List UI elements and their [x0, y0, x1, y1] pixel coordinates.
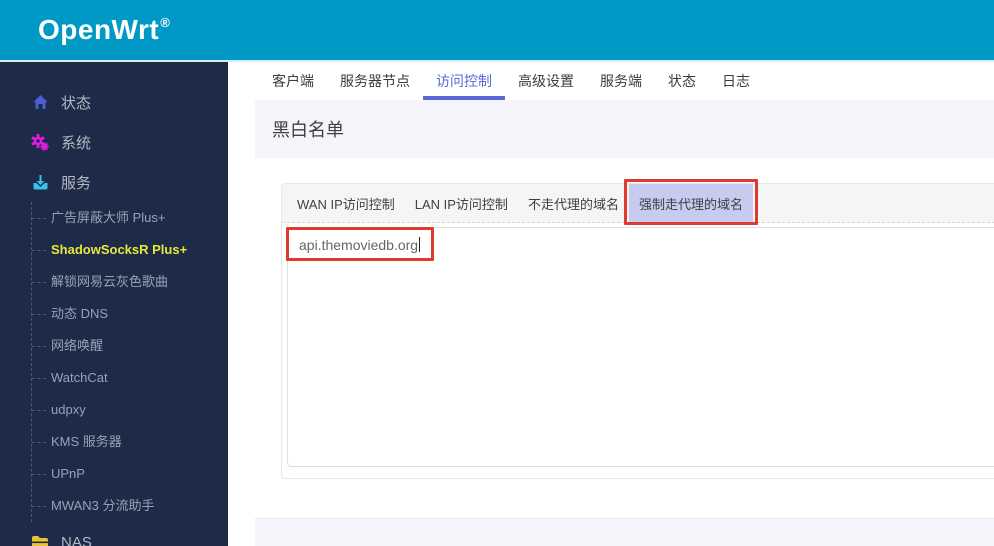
services-submenu: 广告屏蔽大师 Plus+ ShadowSocksR Plus+ 解锁网易云灰色歌曲动… [31, 202, 228, 522]
tab[interactable]: 客户端 [259, 62, 327, 100]
sidebar-item-nas[interactable]: NAS [0, 522, 228, 546]
page-title: 黑白名单 [272, 120, 344, 140]
submenu-item[interactable]: 解锁网易云灰色歌曲 [32, 266, 228, 298]
submenu-item[interactable]: ShadowSocksR Plus+ [32, 234, 228, 266]
sidebar-item[interactable]: 系统 [0, 122, 228, 162]
sidebar-item-label: 系统 [61, 134, 92, 152]
subtab[interactable]: 不走代理的域名 [518, 184, 629, 222]
submenu-item[interactable]: UPnP [32, 458, 228, 490]
registered-mark: ® [160, 14, 171, 30]
domain-entry: api.themoviedb.org [299, 237, 419, 253]
main-tabbar: 客户端 服务器节点 访问控制 高级设置 服务端 状态 日志 [255, 62, 994, 100]
submenu-item[interactable]: WatchCat [32, 362, 228, 394]
sub-tabbar: WAN IP访问控制 LAN IP访问控制 不走代理的域名 强制走代理的域名 [282, 179, 994, 225]
sidebar-item[interactable]: 状态 [0, 82, 228, 122]
domain-list-panel: WAN IP访问控制 LAN IP访问控制 不走代理的域名 强制走代理的域名 api.… [281, 179, 994, 479]
text-caret [419, 237, 421, 252]
sidebar-item[interactable]: 服务 [0, 162, 228, 202]
tab[interactable]: 高级设置 [505, 62, 587, 100]
main-content: 客户端 服务器节点 访问控制 高级设置 服务端 状态 日志 黑白名单 WAN IP访问控制 L… [255, 62, 994, 546]
footer-strip [255, 518, 994, 546]
forced-proxy-domains-textarea[interactable]: api.themoviedb.org [286, 227, 994, 467]
subtab[interactable]: 强制走代理的域名 [623, 179, 758, 225]
submenu-item[interactable]: 动态 DNS [32, 298, 228, 330]
tab[interactable]: 访问控制 [423, 62, 505, 100]
folder-icon [30, 533, 50, 546]
app-header: OpenWrt® [0, 0, 994, 62]
sidebar-bottom-menu: NAS [0, 522, 228, 546]
subtab[interactable]: WAN IP访问控制 [287, 184, 405, 222]
annotation-box [623, 179, 758, 225]
submenu-item[interactable]: 广告屏蔽大师 Plus+ [32, 202, 228, 234]
submenu-item[interactable]: KMS 服务器 [32, 426, 228, 458]
home-icon [30, 93, 50, 111]
logo-text: OpenWrt [38, 14, 160, 45]
submenu-item[interactable]: udpxy [32, 394, 228, 426]
subtab[interactable]: LAN IP访问控制 [405, 184, 518, 222]
sidebar-item-label: 状态 [61, 94, 92, 112]
sidebar: 状态系统服务 广告屏蔽大师 Plus+ ShadowSocksR Plus+ 解锁网… [0, 62, 228, 546]
tab[interactable]: 服务器节点 [327, 62, 423, 100]
tab[interactable]: 服务端 [587, 62, 655, 100]
openwrt-logo[interactable]: OpenWrt® [38, 14, 171, 46]
submenu-item[interactable]: 网络唤醒 [32, 330, 228, 362]
submenu-item[interactable]: MWAN3 分流助手 [32, 490, 228, 522]
tab[interactable]: 日志 [709, 62, 763, 100]
download-icon [30, 173, 50, 191]
sidebar-item-label: 服务 [61, 174, 92, 192]
sidebar-main-menu: 状态 系统 服务 [0, 82, 228, 202]
gear-icon [30, 133, 50, 151]
tab[interactable]: 状态 [655, 62, 709, 100]
title-band: 黑白名单 [255, 100, 994, 158]
sidebar-item-label: NAS [61, 533, 92, 546]
